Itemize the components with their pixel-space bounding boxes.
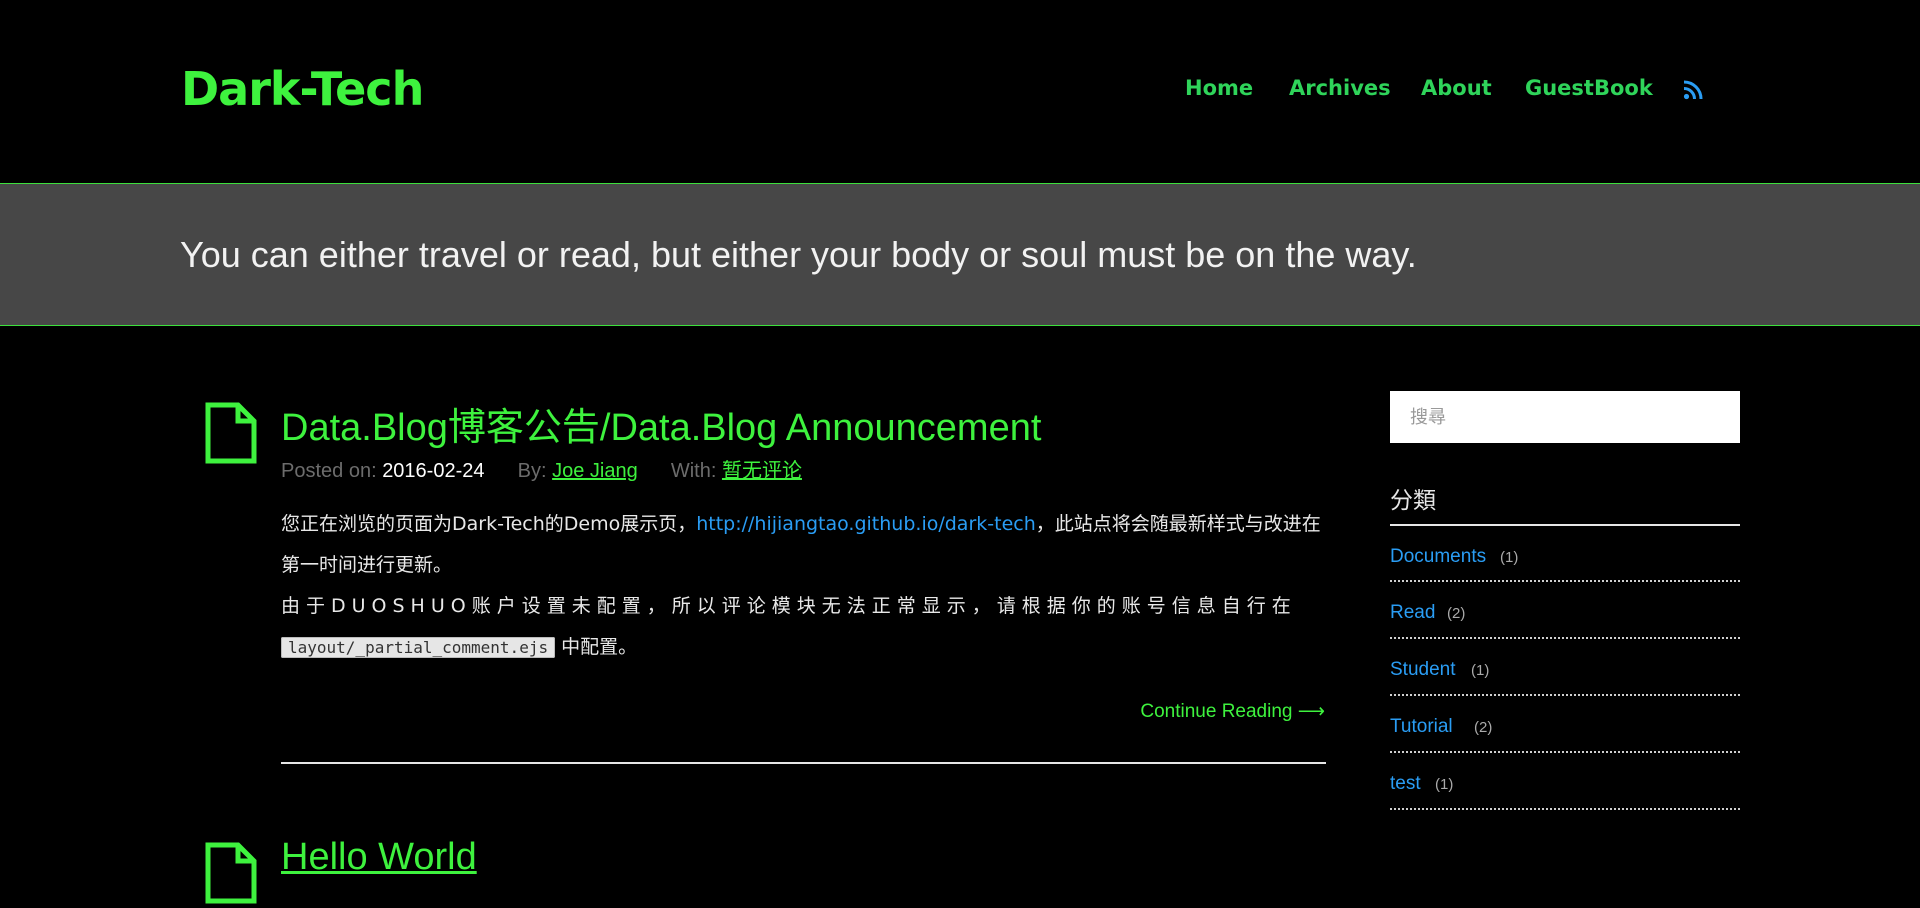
category-list: Documents (1) Read (2) Student (1) Tutorial… [1390, 526, 1740, 810]
category-count: (2) [1447, 605, 1466, 622]
category-item: test (1) [1390, 753, 1740, 810]
category-link-documents[interactable]: Documents [1390, 546, 1486, 568]
continue-reading-link[interactable]: Continue Reading ⟶ [1140, 700, 1325, 723]
category-link-tutorial[interactable]: Tutorial [1390, 716, 1453, 738]
categories-title: 分類 [1390, 488, 1436, 514]
category-link-student[interactable]: Student [1390, 659, 1456, 681]
search-input[interactable] [1390, 391, 1740, 443]
excerpt-paragraph-2: 由于DUOSHUO账户设置未配置，所以评论模块无法正常显示，请根据你的账号信息自… [281, 595, 1297, 658]
config-path-code: layout/_partial_comment.ejs [281, 637, 556, 658]
posted-label: Posted on: [281, 460, 377, 482]
document-icon [205, 842, 257, 904]
excerpt-paragraph-1: 您正在浏览的页面为Dark-Tech的Demo展示页，http://hijian… [281, 513, 1321, 576]
with-label: With: [670, 460, 717, 482]
comments-link[interactable]: 暂无评论 [722, 460, 802, 482]
category-item: Tutorial (2) [1390, 696, 1740, 753]
by-label: By: [517, 460, 547, 482]
category-count: (1) [1471, 662, 1490, 679]
category-count: (1) [1435, 776, 1454, 793]
category-item: Student (1) [1390, 639, 1740, 696]
category-count: (1) [1500, 549, 1519, 566]
category-count: (2) [1474, 719, 1493, 736]
nav-home[interactable]: Home [1185, 76, 1253, 100]
author-link[interactable]: Joe Jiang [552, 460, 638, 482]
nav-archives[interactable]: Archives [1289, 76, 1391, 100]
category-item: Documents (1) [1390, 526, 1740, 582]
post-meta: Posted on: 2016-02-24 By: Joe Jiang With… [281, 454, 802, 483]
next-post-title[interactable]: Hello World [281, 836, 477, 879]
site-header: Dark-Tech Home Archives About GuestBook [0, 0, 1920, 183]
category-link-read[interactable]: Read [1390, 602, 1435, 624]
post-title[interactable]: Data.Blog博客公告/Data.Blog Announcement [281, 396, 1041, 451]
category-item: Read (2) [1390, 582, 1740, 639]
post-date: 2016-02-24 [382, 460, 485, 482]
tagline: You can either travel or read, but eithe… [180, 234, 1417, 275]
site-logo[interactable]: Dark-Tech [181, 62, 424, 116]
nav-about[interactable]: About [1421, 76, 1492, 100]
demo-link[interactable]: http://hijiangtao.github.io/dark-tech [696, 513, 1036, 535]
category-link-test[interactable]: test [1390, 773, 1421, 795]
document-icon [205, 402, 257, 464]
tagline-banner: You can either travel or read, but eithe… [0, 183, 1920, 326]
next-post-article: Hello World [205, 828, 1005, 904]
post-divider [281, 762, 1326, 764]
post-excerpt: 您正在浏览的页面为Dark-Tech的Demo展示页，http://hijian… [281, 504, 1326, 668]
rss-icon[interactable] [1683, 80, 1703, 100]
nav-guestbook[interactable]: GuestBook [1525, 76, 1653, 100]
